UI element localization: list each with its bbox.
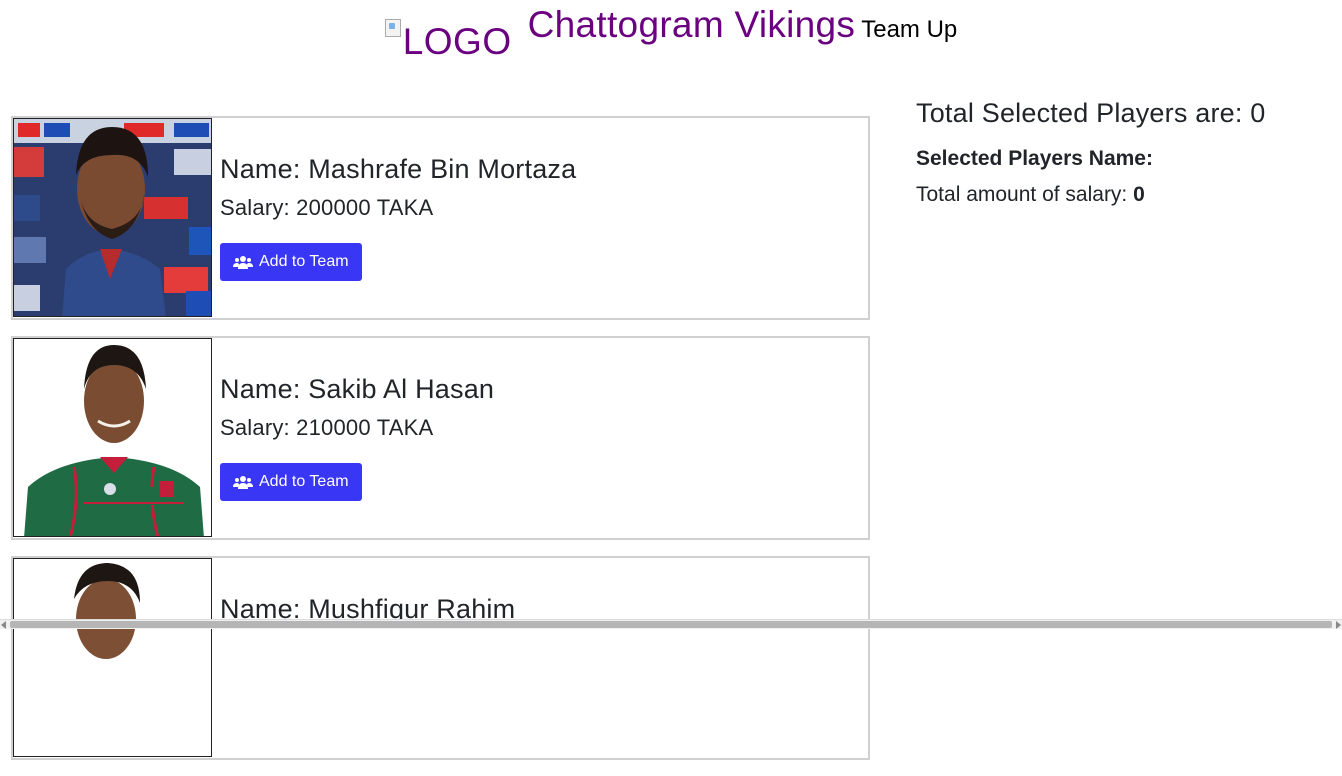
scroll-right-icon[interactable] [1336, 621, 1341, 629]
broken-image-icon [384, 19, 401, 37]
logo-alt-text: LOGO [402, 21, 512, 62]
add-to-team-button[interactable]: Add to Team [220, 463, 362, 501]
player-list: Name: Mashrafe Bin Mortaza Salary: 20000… [11, 116, 870, 776]
total-salary-label: Total amount of salary: [916, 183, 1134, 206]
selected-players-name-label: Selected Players Name: [916, 147, 1153, 170]
player-info: Name: Mushfiqur Rahim [212, 558, 515, 758]
player-salary: Salary: 210000 TAKA [220, 415, 434, 440]
player-photo [13, 338, 212, 537]
player-card: Name: Mashrafe Bin Mortaza Salary: 20000… [11, 116, 870, 320]
horizontal-scrollbar[interactable] [0, 619, 1342, 629]
player-card: Name: Mushfiqur Rahim [11, 556, 870, 760]
page-header: LOGO Chattogram Vikings Team Up [0, 0, 1342, 62]
player-photo-sakib [14, 339, 211, 536]
brand-tagline: Team Up [861, 16, 958, 43]
player-photo [13, 118, 212, 317]
scrollbar-thumb[interactable] [10, 621, 1332, 628]
total-selected-players: Total Selected Players are: 0 [916, 98, 1266, 128]
users-icon [233, 255, 253, 269]
player-card: Name: Sakib Al Hasan Salary: 210000 TAKA… [11, 336, 870, 540]
team-summary: Total Selected Players are: 0 Selected P… [916, 98, 1336, 207]
player-salary: Salary: 200000 TAKA [220, 195, 434, 220]
scroll-left-icon[interactable] [1, 621, 6, 629]
add-to-team-label: Add to Team [259, 253, 349, 270]
users-icon [233, 475, 253, 489]
add-to-team-button[interactable]: Add to Team [220, 243, 362, 281]
logo: LOGO [384, 17, 512, 67]
player-info: Name: Mashrafe Bin Mortaza Salary: 20000… [212, 118, 576, 318]
player-photo-mushfiqur [14, 559, 211, 756]
player-photo [13, 558, 212, 757]
player-photo-mashrafe [14, 119, 211, 316]
add-to-team-label: Add to Team [259, 473, 349, 490]
total-salary: Total amount of salary: 0 [916, 183, 1336, 207]
player-name: Name: Mashrafe Bin Mortaza [220, 154, 577, 184]
total-salary-value: 0 [1133, 183, 1145, 206]
player-info: Name: Sakib Al Hasan Salary: 210000 TAKA… [212, 338, 494, 538]
brand-title: Chattogram Vikings [527, 4, 856, 45]
player-name: Name: Sakib Al Hasan [220, 374, 495, 404]
